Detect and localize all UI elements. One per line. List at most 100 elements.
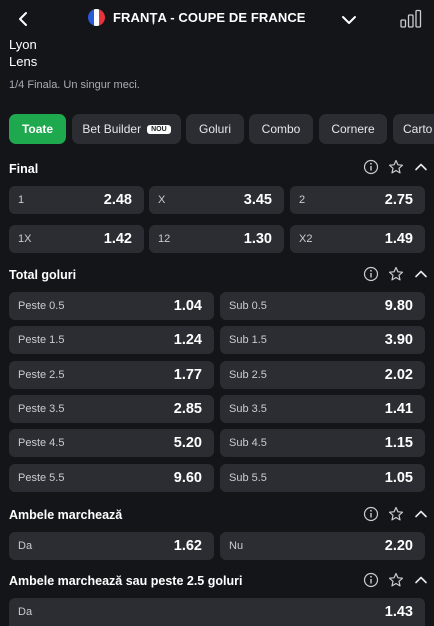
odd-label: 12 bbox=[158, 233, 171, 245]
tab-cornere[interactable]: Cornere bbox=[319, 114, 387, 144]
info-icon[interactable] bbox=[363, 159, 379, 175]
odd-label: Sub 3.5 bbox=[229, 403, 267, 415]
market-actions-total-goals bbox=[363, 266, 429, 286]
odd-button[interactable]: Peste 2.5 1.77 bbox=[9, 361, 214, 389]
odd-button[interactable]: 1X 1.42 bbox=[9, 225, 144, 253]
odd-label: 1X bbox=[18, 233, 32, 245]
odd-label: Peste 3.5 bbox=[18, 403, 65, 415]
odd-value: 1.30 bbox=[243, 231, 272, 247]
odd-label: Peste 5.5 bbox=[18, 472, 65, 484]
tab-label: Cornere bbox=[331, 122, 375, 136]
odd-button[interactable]: X2 1.49 bbox=[290, 225, 425, 253]
odd-value: 1.05 bbox=[384, 470, 413, 486]
market-title-btts-or-over: Ambele marchează sau peste 2.5 goluri bbox=[9, 574, 243, 588]
market-actions-btts bbox=[363, 506, 429, 526]
market-title-btts: Ambele marchează bbox=[9, 508, 123, 522]
tab-label: Combo bbox=[261, 122, 301, 136]
odd-button[interactable]: Sub 3.5 1.41 bbox=[220, 395, 425, 423]
odd-button[interactable]: 1 2.48 bbox=[9, 186, 144, 214]
odd-button[interactable]: Peste 1.5 1.24 bbox=[9, 326, 214, 354]
odd-label: X2 bbox=[299, 233, 313, 245]
odd-value: 1.42 bbox=[103, 231, 132, 247]
tab-cartonase[interactable]: Carto bbox=[393, 114, 434, 144]
odd-button[interactable]: Peste 4.5 5.20 bbox=[9, 429, 214, 457]
star-icon[interactable] bbox=[388, 159, 404, 175]
odd-button[interactable]: X 3.45 bbox=[149, 186, 284, 214]
tab-combo[interactable]: Combo bbox=[249, 114, 313, 144]
odd-button[interactable]: Nu 2.20 bbox=[220, 532, 425, 560]
odd-label: Sub 2.5 bbox=[229, 369, 267, 381]
competition-title[interactable]: FRANȚA - COUPE DE FRANCE bbox=[88, 9, 306, 26]
odd-value: 1.77 bbox=[173, 367, 202, 383]
chevron-down-icon[interactable] bbox=[340, 11, 358, 29]
odd-value: 5.20 bbox=[173, 435, 202, 451]
new-badge: NOU bbox=[147, 124, 171, 134]
star-icon[interactable] bbox=[388, 572, 404, 588]
odd-value: 1.43 bbox=[384, 604, 413, 620]
odd-button[interactable]: 12 1.30 bbox=[149, 225, 284, 253]
odd-label: X bbox=[158, 194, 166, 206]
tab-goluri[interactable]: Goluri bbox=[186, 114, 244, 144]
match-info: 1/4 Finala. Un singur meci. bbox=[9, 79, 140, 91]
odd-value: 1.62 bbox=[173, 538, 202, 554]
odd-label: Peste 1.5 bbox=[18, 334, 65, 346]
odd-value: 9.80 bbox=[384, 298, 413, 314]
chevron-left-icon[interactable] bbox=[14, 8, 32, 30]
market-title-total-goals: Total goluri bbox=[9, 268, 77, 282]
odd-button[interactable]: Da 1.43 bbox=[9, 598, 425, 626]
odd-value: 3.45 bbox=[243, 192, 272, 208]
chevron-up-icon[interactable] bbox=[413, 266, 429, 282]
tab-label: Toate bbox=[21, 122, 54, 136]
chevron-up-icon[interactable] bbox=[413, 506, 429, 522]
tab-bet-builder[interactable]: Bet Builder NOU bbox=[72, 114, 181, 144]
odd-label: Da bbox=[18, 606, 33, 618]
odd-value: 1.04 bbox=[173, 298, 202, 314]
odd-value: 2.02 bbox=[384, 367, 413, 383]
odd-value: 1.24 bbox=[173, 332, 202, 348]
tab-toate[interactable]: Toate bbox=[9, 114, 66, 144]
odd-value: 2.20 bbox=[384, 538, 413, 554]
info-icon[interactable] bbox=[363, 266, 379, 282]
odd-button[interactable]: Sub 5.5 1.05 bbox=[220, 464, 425, 492]
odd-label: Peste 0.5 bbox=[18, 300, 65, 312]
market-title-final: Final bbox=[9, 162, 39, 176]
home-team: Lyon bbox=[9, 37, 37, 52]
odd-button[interactable]: 2 2.75 bbox=[290, 186, 425, 214]
odd-button[interactable]: Sub 2.5 2.02 bbox=[220, 361, 425, 389]
competition-name: FRANȚA - COUPE DE FRANCE bbox=[113, 10, 306, 25]
chevron-up-icon[interactable] bbox=[413, 159, 429, 175]
odd-value: 1.15 bbox=[384, 435, 413, 451]
top-bar: FRANȚA - COUPE DE FRANCE bbox=[0, 0, 434, 38]
odd-value: 9.60 bbox=[173, 470, 202, 486]
odd-value: 1.41 bbox=[384, 401, 413, 417]
stats-bars-icon[interactable] bbox=[399, 9, 423, 29]
odd-value: 1.49 bbox=[384, 231, 413, 247]
tab-label: Goluri bbox=[198, 122, 231, 136]
info-icon[interactable] bbox=[363, 506, 379, 522]
market-actions-btts-or-over bbox=[363, 572, 429, 592]
tab-label: Bet Builder bbox=[82, 122, 142, 136]
odd-label: Sub 5.5 bbox=[229, 472, 267, 484]
odd-button[interactable]: Sub 1.5 3.90 bbox=[220, 326, 425, 354]
odd-button[interactable]: Peste 3.5 2.85 bbox=[9, 395, 214, 423]
odd-button[interactable]: Da 1.62 bbox=[9, 532, 214, 560]
odd-label: Sub 0.5 bbox=[229, 300, 267, 312]
odd-label: Nu bbox=[229, 540, 244, 552]
star-icon[interactable] bbox=[388, 266, 404, 282]
odd-button[interactable]: Sub 4.5 1.15 bbox=[220, 429, 425, 457]
away-team: Lens bbox=[9, 54, 38, 69]
chevron-up-icon[interactable] bbox=[413, 572, 429, 588]
odd-label: Sub 4.5 bbox=[229, 437, 267, 449]
odd-label: Da bbox=[18, 540, 33, 552]
market-tabs: Toate Bet Builder NOU Goluri Combo Corne… bbox=[9, 114, 434, 144]
odd-button[interactable]: Peste 0.5 1.04 bbox=[9, 292, 214, 320]
odd-value: 2.48 bbox=[103, 192, 132, 208]
odd-label: 1 bbox=[18, 194, 25, 206]
odd-label: Peste 2.5 bbox=[18, 369, 65, 381]
tab-label: Carto bbox=[403, 122, 433, 136]
odd-label: Peste 4.5 bbox=[18, 437, 65, 449]
info-icon[interactable] bbox=[363, 572, 379, 588]
odd-button[interactable]: Sub 0.5 9.80 bbox=[220, 292, 425, 320]
odd-button[interactable]: Peste 5.5 9.60 bbox=[9, 464, 214, 492]
star-icon[interactable] bbox=[388, 506, 404, 522]
